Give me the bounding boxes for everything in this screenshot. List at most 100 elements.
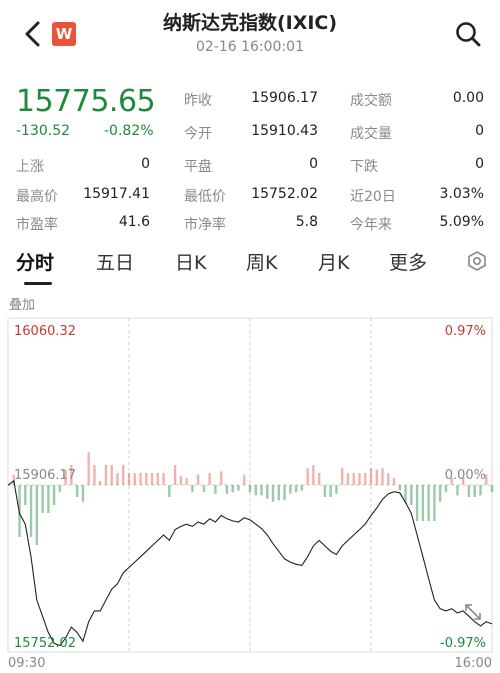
volume-bar [110,465,113,485]
volume-bar [479,485,482,496]
volume-bar [196,474,200,485]
volume-bar [300,485,304,491]
volume-bar [41,485,44,513]
volume-bar [427,485,430,521]
search-icon[interactable] [454,20,482,48]
volume-bar [179,476,183,485]
volume-bar [214,485,217,494]
active-tab-indicator [24,282,52,285]
pe-value: 41.6 [118,214,150,230]
volume-bar [444,485,448,493]
tab-daily-k[interactable]: 日K [175,248,206,275]
chart-tabs: 分时 五日 日K 周K 月K 更多 [0,248,500,285]
volume-bar [93,465,96,485]
open-label: 今开 [184,126,212,142]
volume-value: 0 [475,123,484,139]
volume-bar [277,485,281,501]
tab-weekly-k[interactable]: 周K [246,248,277,275]
volume-bar [317,473,321,485]
volume-bar [162,473,165,485]
pct-max-label: 0.97% [444,324,486,339]
volume-bar [225,485,229,494]
d20-value: 3.03% [439,186,484,202]
volume-bar [358,473,361,485]
high-label: 最高价 [16,189,58,205]
volume-bar [352,473,355,485]
volume-bar [173,465,177,485]
tab-more[interactable]: 更多 [389,248,427,275]
price-change-pct: -0.82% [104,123,154,139]
volume-bar [139,473,142,485]
up-label: 上涨 [16,159,44,175]
x-start-label: 09:30 [8,656,46,671]
volume-bar [185,477,188,485]
low-value: 15752.02 [251,186,318,202]
volume-bar [127,473,131,485]
volume-bar [156,473,160,485]
up-value: 0 [141,156,150,172]
volume-bar [122,465,125,485]
flat-value: 0 [309,156,318,172]
x-end-label: 16:00 [454,656,492,671]
volume-bar [145,473,148,485]
volume-bar [266,485,269,499]
volume-bar [329,485,332,497]
down-label: 下跌 [350,159,378,175]
volume-bar [392,477,396,485]
volume-bar [381,468,384,485]
volume-bar [346,473,350,485]
volume-bar [35,485,39,545]
down-value: 0 [475,156,484,172]
volume-bar [81,485,85,502]
volume-bar [340,468,344,485]
header: W 纳斯达克指数(IXIC) 02-16 16:00:01 [0,0,500,70]
volume-bar [24,485,27,505]
volume-bar [75,485,79,497]
y-mid-label: 15906.17 [14,468,77,483]
pct-min-label: -0.97% [440,636,486,651]
volume-bar [312,465,315,485]
intraday-chart: 16060.32 0.97% 15906.17 0.00% 15752.02 -… [0,316,500,673]
pct-mid-label: 0.00% [444,468,486,483]
volume-bar [271,485,275,502]
volume-bar [421,485,425,521]
volume-bar [58,485,62,493]
volume-bar [237,485,240,491]
volume-label: 成交量 [350,126,392,142]
d20-label: 近20日 [350,189,396,205]
current-price: 15775.65 [16,84,156,119]
low-label: 最低价 [184,189,226,205]
tab-monthly-k[interactable]: 月K [318,248,349,275]
volume-bar [104,465,108,485]
volume-bar [254,485,257,496]
volume-bar [248,485,252,493]
prev-close-label: 昨收 [184,93,212,109]
prev-close-value: 15906.17 [251,90,318,106]
tab-intraday[interactable]: 分时 [16,248,54,275]
expand-icon[interactable] [462,601,484,623]
price-change: -130.52 [16,123,71,139]
volume-bar [87,452,90,485]
pe-label: 市盈率 [16,217,58,233]
volume-bar [387,473,390,485]
pb-label: 市净率 [184,217,226,233]
volume-bar [133,473,136,485]
volume-bar [375,469,378,485]
volume-bar [260,485,263,496]
volume-bar [335,485,338,494]
volume-bar [29,485,33,537]
datetime: 02-16 16:00:01 [195,39,304,55]
volume-bar [410,485,413,505]
volume-bar [364,473,367,485]
volume-bar [323,485,327,497]
overlay-toggle[interactable]: 叠加 [9,294,35,313]
open-value: 15910.43 [251,123,318,139]
chart-canvas [7,317,494,653]
volume-bar [243,474,246,485]
tab-five-day[interactable]: 五日 [96,248,134,275]
settings-icon[interactable] [466,250,488,272]
volume-bar [150,473,154,485]
volume-bar [490,485,494,493]
volume-bar [306,468,309,485]
high-value: 15917.41 [83,186,150,202]
